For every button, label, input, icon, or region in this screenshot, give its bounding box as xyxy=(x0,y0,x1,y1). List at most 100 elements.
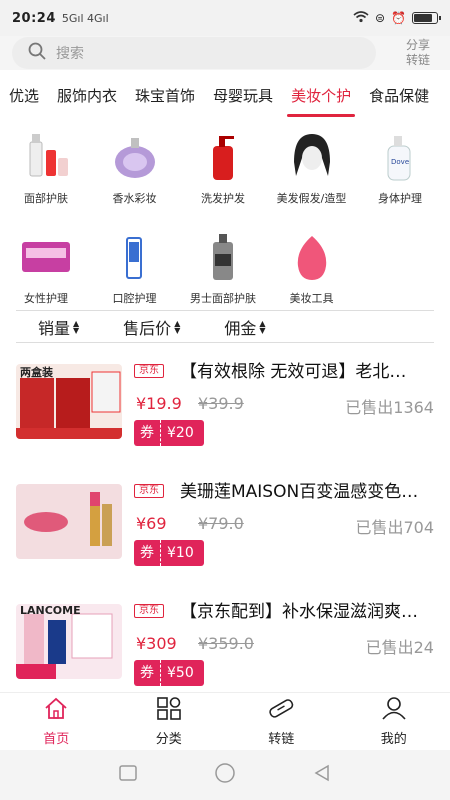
category-grid-icon xyxy=(156,696,182,724)
wig-icon xyxy=(284,128,340,184)
coupon-badge[interactable]: 券 ¥10 xyxy=(134,540,204,566)
sort-label: 售后价 xyxy=(123,318,172,338)
product-image: 两盒装 xyxy=(16,364,122,439)
signal-icon: 5Gıl 4Gıl xyxy=(61,11,109,25)
link-label: 转链 xyxy=(405,53,430,67)
category-item[interactable]: 美发假发/造型 xyxy=(268,128,356,205)
perfume-icon xyxy=(107,128,163,184)
tab-3[interactable]: 母婴玩具 xyxy=(204,76,282,120)
product-card[interactable]: 两盒装 京东 【有效根除 无效可退】老北京脚气利器 ¥19.9 ¥39.9 已售出1364… xyxy=(0,356,450,474)
sort-option[interactable]: 售后价 ▲ ▼ xyxy=(123,315,180,339)
profile-icon xyxy=(381,696,407,724)
status-time: 20:24 xyxy=(12,10,56,26)
pads-icon xyxy=(18,228,74,284)
tab-0[interactable]: 优选 xyxy=(0,76,48,120)
category-tabs: 优选 服饰内衣 珠宝首饰 母婴玩具 美妆个护 食品保健 xyxy=(0,76,450,120)
search-icon xyxy=(28,42,46,64)
tabbar-label: 首页 xyxy=(43,732,70,747)
tab-1[interactable]: 服饰内衣 xyxy=(48,76,126,120)
sort-arrows-icon: ▲ ▼ xyxy=(174,318,181,335)
product-card[interactable]: 京东 美珊莲MAISON百变温感变色口红 ¥69 ¥79.0 已售出704 券 ¥10 xyxy=(0,476,450,594)
original-price: ¥359.0 xyxy=(198,634,254,653)
product-image: LANCOME xyxy=(16,604,122,679)
category-item[interactable]: Dove 身体护理 xyxy=(356,128,444,205)
tabbar-link[interactable]: 转链 xyxy=(225,693,338,750)
product-title: 美珊莲MAISON百变温感变色口红 xyxy=(180,482,420,502)
svg-text:Dove: Dove xyxy=(391,158,409,166)
category-label: 身体护理 xyxy=(378,192,422,205)
category-item[interactable]: 洗发护发 xyxy=(179,128,267,205)
product-image xyxy=(16,484,122,559)
tabbar-category-grid[interactable]: 分类 xyxy=(113,693,226,750)
shampoo-icon xyxy=(195,128,251,184)
battery-icon xyxy=(412,12,441,24)
bottom-tab-bar: 首页 分类 转链 我的 xyxy=(0,692,450,750)
category-label: 面部护肤 xyxy=(24,192,68,205)
home-icon xyxy=(43,696,69,724)
tabbar-home[interactable]: 首页 xyxy=(0,693,113,750)
sold-count: 已售出704 xyxy=(355,518,434,537)
category-item[interactable]: 面部护肤 xyxy=(2,128,90,205)
coupon-badge[interactable]: 券 ¥20 xyxy=(134,420,204,446)
coupon-amount: ¥50 xyxy=(167,665,194,681)
sort-option[interactable]: 佣金 ▲ ▼ xyxy=(224,315,265,339)
sort-arrows-icon: ▲ ▼ xyxy=(73,318,80,335)
category-item[interactable]: 男士面部护肤 xyxy=(179,228,267,305)
thumb-caption: 两盒装 xyxy=(20,366,53,379)
body-wash-icon: Dove xyxy=(372,128,428,184)
sort-label: 销量 xyxy=(38,318,71,338)
tab-2[interactable]: 珠宝首饰 xyxy=(126,76,204,120)
product-title: 【京东配到】补水保湿滋润爽肤水 xyxy=(180,602,420,622)
store-badge: 京东 xyxy=(134,484,164,498)
tab-4[interactable]: 美妆个护 xyxy=(282,76,360,120)
store-badge: 京东 xyxy=(134,604,164,618)
original-price: ¥79.0 xyxy=(198,514,244,533)
store-badge: 京东 xyxy=(134,364,164,378)
tabbar-label: 转链 xyxy=(268,732,295,747)
category-item[interactable]: 美妆工具 xyxy=(268,228,356,305)
sold-count: 已售出1364 xyxy=(345,398,434,417)
sort-arrows-icon: ▲ ▼ xyxy=(259,318,266,335)
tabbar-profile[interactable]: 我的 xyxy=(338,693,450,750)
tabbar-label: 我的 xyxy=(380,732,407,747)
category-label: 美发假发/造型 xyxy=(276,192,347,205)
skincare-bottles-icon xyxy=(18,128,74,184)
search-input[interactable]: 搜索 xyxy=(12,37,376,69)
search-placeholder: 搜索 xyxy=(56,46,84,62)
sort-option[interactable]: 销量 ▲ ▼ xyxy=(38,315,79,339)
share-link-button[interactable]: 分享 转链 xyxy=(400,38,436,68)
beauty-sponge-icon xyxy=(284,228,340,284)
category-label: 口腔护理 xyxy=(112,292,157,305)
category-label: 美妆工具 xyxy=(289,292,334,305)
coupon-amount: ¥10 xyxy=(167,545,194,561)
thumb-caption: LANCOME xyxy=(20,604,81,617)
product-price: ¥19.9 xyxy=(136,394,182,413)
tabbar-label: 分类 xyxy=(155,732,182,747)
category-item[interactable]: 口腔护理 xyxy=(91,228,179,305)
category-label: 男士面部护肤 xyxy=(190,292,256,305)
link-icon xyxy=(266,696,296,724)
product-title: 【有效根除 无效可退】老北京脚气利器 xyxy=(180,362,420,382)
coupon-label: 券 xyxy=(134,660,161,686)
sold-count: 已售出24 xyxy=(365,638,434,657)
category-item[interactable]: 香水彩妆 xyxy=(91,128,179,205)
category-label: 女性护理 xyxy=(24,292,68,305)
product-price: ¥69 xyxy=(136,514,167,533)
coupon-badge[interactable]: 券 ¥50 xyxy=(134,660,204,686)
lock-icon: ⊜ xyxy=(374,11,386,25)
back-icon[interactable] xyxy=(313,764,331,786)
coupon-label: 券 xyxy=(134,540,161,566)
sort-bar: 销量 ▲ ▼ 售后价 ▲ ▼ 佣金 ▲ ▼ xyxy=(16,310,434,343)
status-bar: 20:24 5Gıl 4Gıl ⊜ ⏰ xyxy=(0,0,450,36)
alarm-icon: ⏰ xyxy=(391,11,406,25)
toothpaste-icon xyxy=(107,228,163,284)
coupon-amount: ¥20 xyxy=(167,425,194,441)
recent-apps-icon[interactable] xyxy=(118,765,137,785)
product-price: ¥309 xyxy=(136,634,177,653)
original-price: ¥39.9 xyxy=(198,394,244,413)
category-label: 香水彩妆 xyxy=(112,192,157,205)
tab-5[interactable]: 食品保健 xyxy=(360,76,438,120)
category-item[interactable]: 女性护理 xyxy=(2,228,90,305)
home-circle-icon[interactable] xyxy=(214,762,236,788)
sort-label: 佣金 xyxy=(224,318,257,338)
